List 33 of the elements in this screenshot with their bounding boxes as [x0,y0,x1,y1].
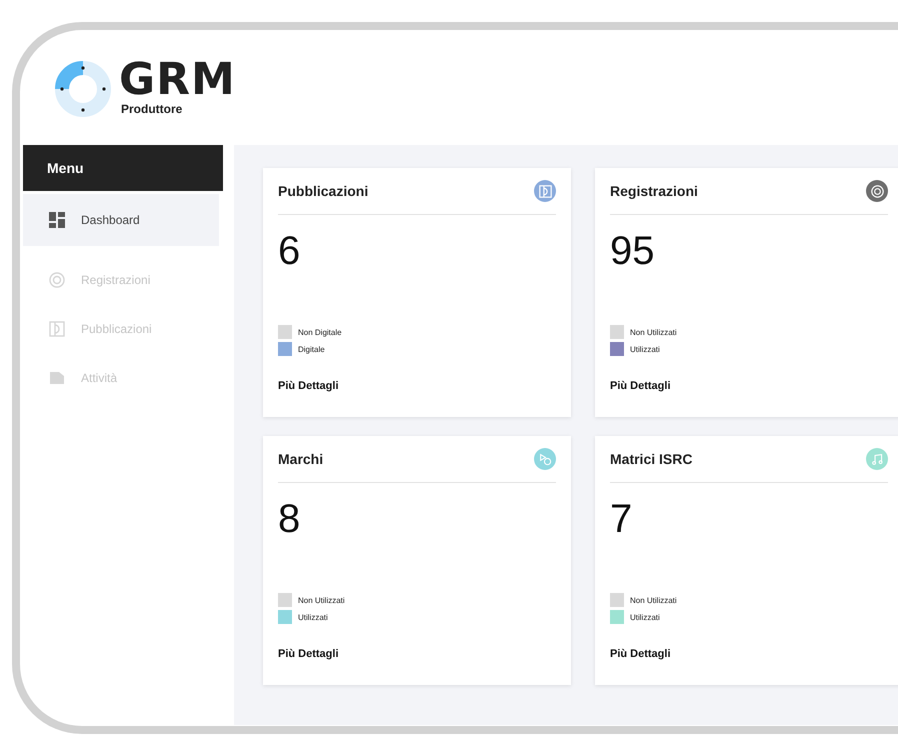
stat-value: 7 [610,497,634,543]
disc-icon [870,184,884,198]
stat-value: 95 [610,229,656,275]
book-icon [538,184,552,198]
legend-label: Digitale [298,344,325,354]
details-link[interactable]: Più Dettagli [610,380,671,392]
card-title: Pubblicazioni [278,183,368,199]
stat-value: 6 [278,229,302,275]
menu-header: Menu [23,145,223,191]
book-icon [49,321,65,337]
sidebar-item[interactable]: Dashboard [23,194,219,246]
legend-label: Utilizzati [298,612,328,622]
card-title: Registrazioni [610,183,698,199]
logo-icon [53,58,113,118]
legend-label: Non Digitale [298,328,342,336]
logo-subtitle: Produttore [121,102,184,116]
legend-label: Non Utilizzati [630,328,677,336]
legend-label: Utilizzati [630,344,660,354]
legend-label: Utilizzati [630,612,660,622]
legend-label: Non Utilizzati [630,596,677,604]
dashboard-icon [49,212,65,228]
folder-icon [49,370,65,386]
details-link[interactable]: Più Dettagli [610,648,671,660]
legend-label: Non Utilizzati [298,596,345,604]
stat-value: 8 [278,497,302,543]
card-title: Matrici ISRC [610,451,692,467]
logo-wordmark: GRM [119,58,236,102]
card-title: Marchi [278,451,324,467]
disc-icon [49,272,65,288]
play-circle-icon [538,452,552,466]
details-link[interactable]: Più Dettagli [278,648,339,660]
details-link[interactable]: Più Dettagli [278,380,339,392]
music-note-icon [870,452,884,466]
